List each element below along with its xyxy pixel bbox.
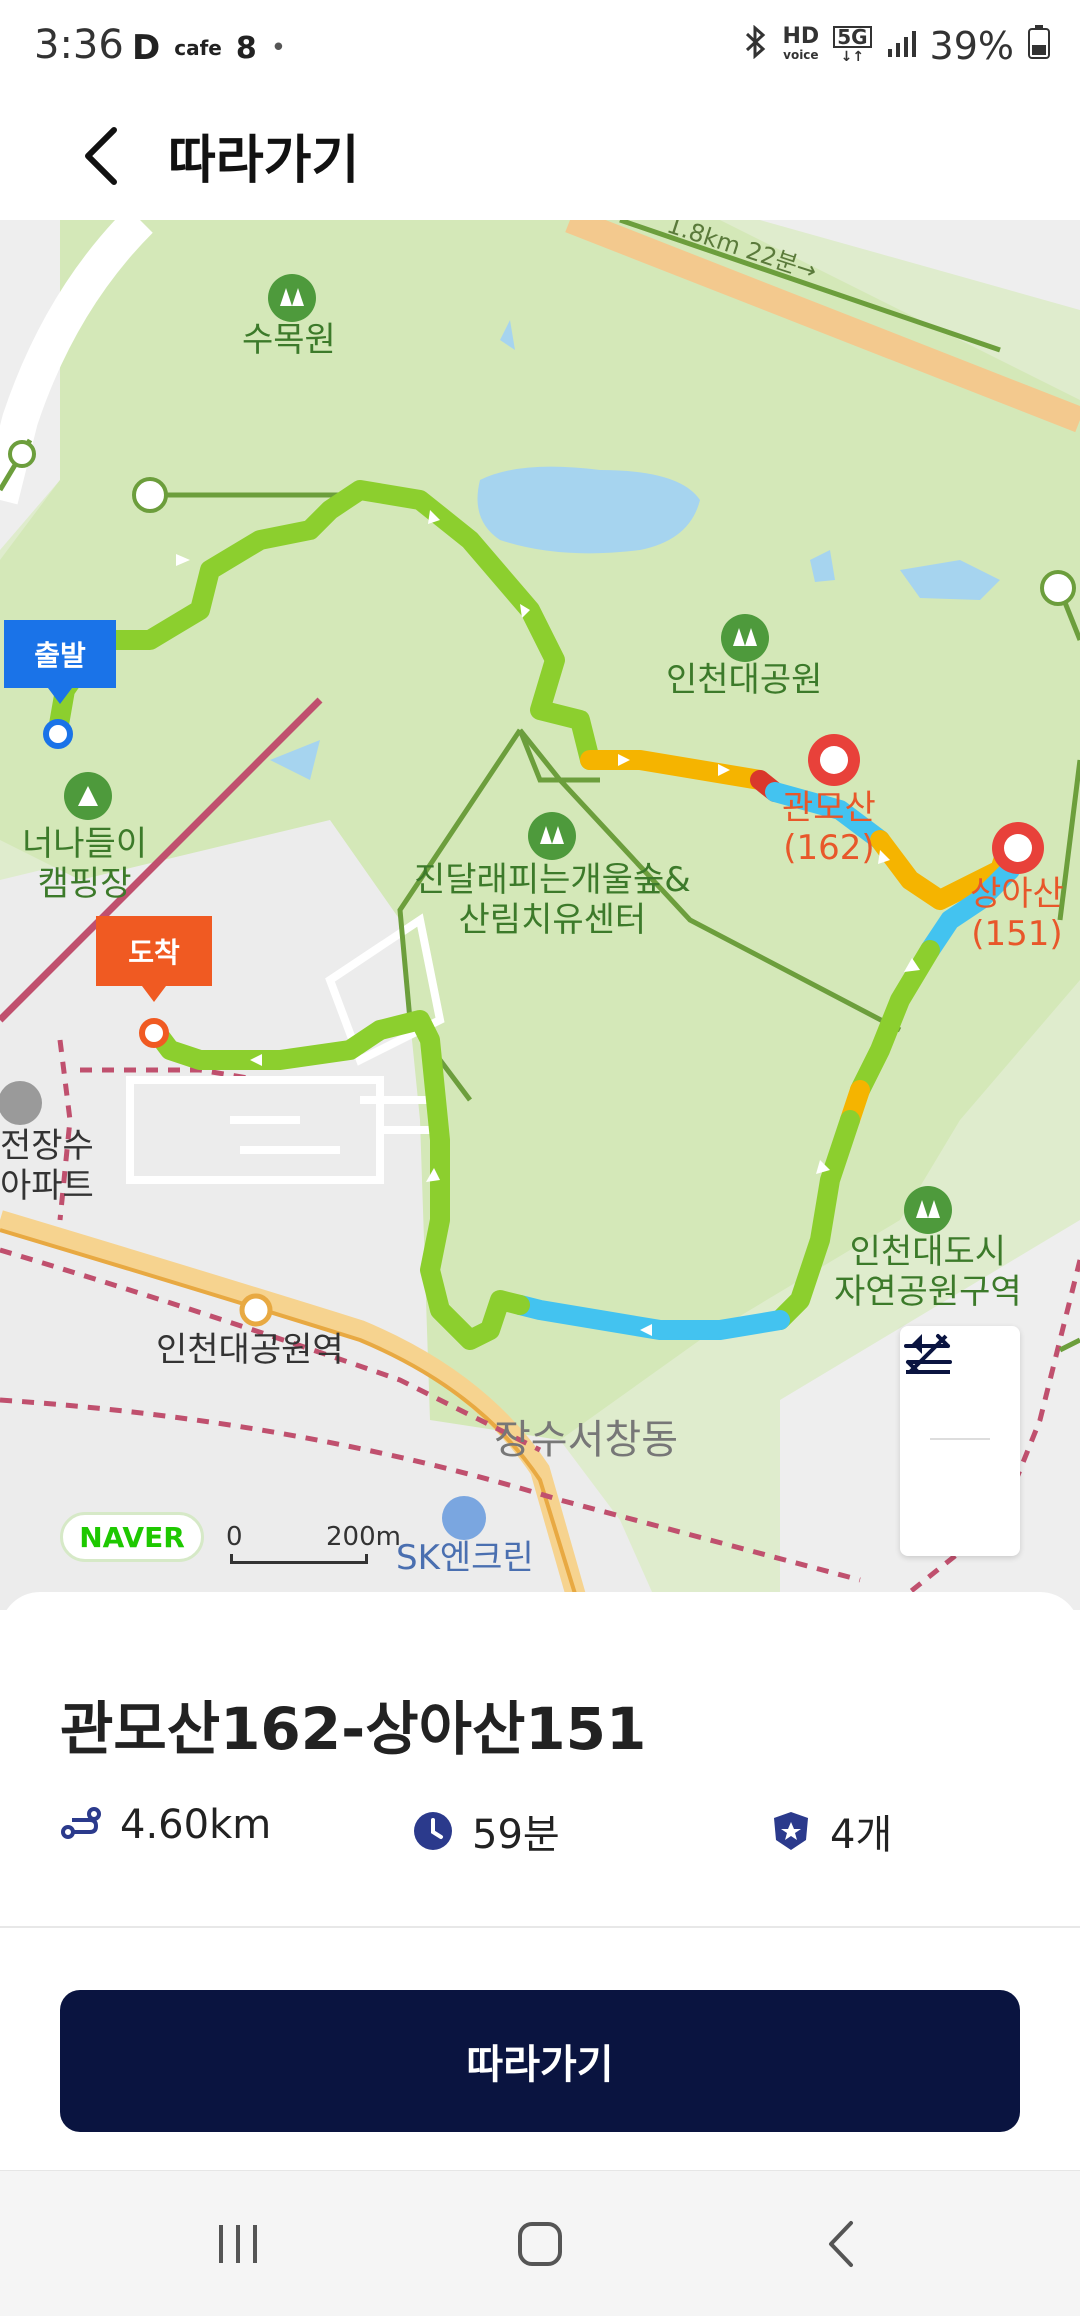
end-pin[interactable]: 도착 <box>96 916 212 1002</box>
scale-zero: 0 <box>226 1522 243 1552</box>
peaks-stat: 4개 <box>770 1802 892 1860</box>
peaks-value: 4개 <box>830 1812 893 1858</box>
system-icons: HD voice 5G ↓↑ 39% <box>743 24 1050 68</box>
start-pin[interactable]: 출발 <box>4 620 116 704</box>
status-time: 3:36 <box>34 22 124 68</box>
reverse-route-icon <box>904 1334 952 1374</box>
divider <box>0 1926 1080 1928</box>
more-notifications-icon: • <box>270 33 287 63</box>
map-label-gwanmosan[interactable]: 관모산 (162) <box>782 788 876 868</box>
map-label-arboretum[interactable]: 수목원 <box>242 320 336 360</box>
distance-value: 4.60km <box>120 1802 272 1848</box>
scale-distance: 200m <box>326 1522 401 1552</box>
map-label-camping[interactable]: 너나들이 캠핑장 <box>22 824 147 904</box>
clock-icon <box>414 1812 452 1850</box>
recent-apps-button[interactable] <box>158 2171 318 2317</box>
route-distance-icon <box>61 1807 101 1839</box>
battery-percent: 39% <box>929 24 1014 68</box>
map-label-urban-park[interactable]: 인천대도시 자연공원구역 <box>834 1232 1022 1312</box>
duration-stat: 59분 <box>412 1802 560 1860</box>
map-label-apartment[interactable]: 전장수 아파트 <box>0 1126 94 1206</box>
app-header: 따라가기 <box>0 92 1080 220</box>
map-controls <box>900 1326 1020 1556</box>
back-button[interactable] <box>60 116 140 196</box>
distance-stat: 4.60km <box>60 1802 271 1848</box>
map-label-district: 장수서창동 <box>494 1417 678 1463</box>
daum-app-icon: D <box>132 28 161 68</box>
reverse-route-button[interactable] <box>900 1334 1020 1552</box>
bluetooth-icon <box>743 24 769 68</box>
home-button[interactable] <box>460 2171 620 2317</box>
page-title: 따라가기 <box>168 131 360 191</box>
notification-icons: D cafe 8 • <box>132 28 286 68</box>
course-info-sheet: 관모산162-상아산151 4.60km 59분 4개 따라가기 <box>0 1592 1080 2172</box>
cafe-app-icon: cafe <box>174 36 222 60</box>
signal-icon <box>886 24 916 68</box>
map-label-sangasan[interactable]: 상아산 (151) <box>970 874 1064 954</box>
peak-badge-icon <box>774 1812 808 1850</box>
naver-logo: NAVER <box>60 1512 204 1562</box>
hd-voice-icon: HD voice <box>782 24 820 63</box>
map-view[interactable]: 수목원 인천대공원 관모산 (162) 상아산 (151) 너나들이 캠핑장 진… <box>0 220 1080 1610</box>
duration-value: 59분 <box>472 1812 560 1858</box>
map-label-incheon-grand-park[interactable]: 인천대공원 <box>666 660 822 700</box>
map-label-forest-center[interactable]: 진달래피는개울숲& 산림치유센터 <box>414 860 691 940</box>
app-notification-icon: 8 <box>235 30 257 66</box>
back-icon <box>829 2221 853 2267</box>
system-nav-bar <box>0 2170 1080 2316</box>
home-icon <box>518 2222 562 2266</box>
follow-button[interactable]: 따라가기 <box>60 1990 1020 2132</box>
chevron-left-icon <box>85 127 117 185</box>
course-title: 관모산162-상아산151 <box>60 1695 647 1763</box>
recent-apps-icon <box>219 2225 257 2263</box>
map-label-station[interactable]: 인천대공원역 <box>156 1330 344 1370</box>
course-stats: 4.60km 59분 4개 <box>60 1802 1020 1862</box>
system-back-button[interactable] <box>762 2171 922 2317</box>
network-5g-icon: 5G ↓↑ <box>833 26 872 66</box>
map-label-gas-station[interactable]: SK엔크린 <box>396 1538 534 1578</box>
battery-icon <box>1028 24 1050 68</box>
status-bar: 3:36 D cafe 8 • HD voice 5G ↓↑ 39% <box>0 0 1080 92</box>
